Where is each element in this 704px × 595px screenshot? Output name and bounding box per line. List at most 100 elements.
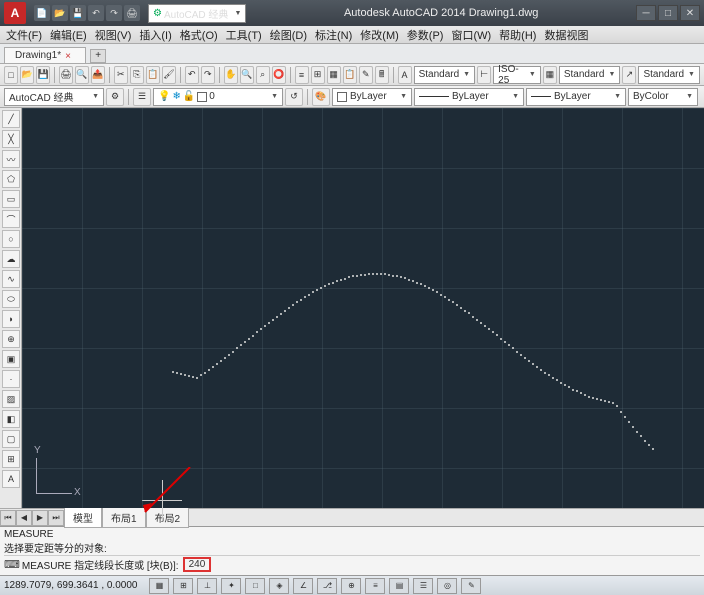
sb-snap-button[interactable]: ▦ [149, 578, 169, 594]
layout-tab-1[interactable]: 布局1 [102, 507, 146, 528]
tool-insert-icon[interactable]: ⊕ [2, 330, 20, 348]
sb-grid-button[interactable]: ⊞ [173, 578, 193, 594]
menu-tools[interactable]: 工具(T) [226, 27, 262, 43]
coordinates-display[interactable]: 1289.7079, 699.3641 , 0.0000 [4, 580, 137, 591]
tool-table-icon[interactable]: ▦ [543, 66, 557, 84]
tool-copy-icon[interactable]: ⎘ [130, 66, 144, 84]
tool-gradient-icon[interactable]: ◧ [2, 410, 20, 428]
tool-table-icon[interactable]: ⊞ [2, 450, 20, 468]
qat-print-icon[interactable]: 🖨 [124, 5, 140, 21]
tool-circle-icon[interactable]: ○ [2, 230, 20, 248]
tool-preview-icon[interactable]: 🔍 [75, 66, 89, 84]
tool-orbit-icon[interactable]: ⭕ [272, 66, 286, 84]
cmd-input-line[interactable]: ⌨ MEASURE 指定线段长度或 [块(B)]: 240 [4, 555, 700, 573]
sb-ducs-button[interactable]: ⎇ [317, 578, 337, 594]
tool-layermgr-icon[interactable]: ☰ [133, 88, 151, 106]
mleader-style-dropdown[interactable]: Standard▼ [638, 66, 700, 84]
minimize-button[interactable]: ─ [636, 5, 656, 21]
tool-calc-icon[interactable]: 🖩 [375, 66, 389, 84]
tab-last-button[interactable]: ⏭ [48, 510, 64, 526]
tool-line-icon[interactable]: ╱ [2, 110, 20, 128]
maximize-button[interactable]: □ [658, 5, 678, 21]
tool-markup-icon[interactable]: ✎ [359, 66, 373, 84]
tool-pline-icon[interactable]: 〰 [2, 150, 20, 168]
sb-osnap-button[interactable]: □ [245, 578, 265, 594]
sb-dyn-button[interactable]: ⊕ [341, 578, 361, 594]
app-logo[interactable]: A [4, 2, 26, 24]
menu-dataview[interactable]: 数据视图 [544, 27, 588, 43]
menu-format[interactable]: 格式(O) [180, 27, 218, 43]
tool-redo-icon[interactable]: ↷ [201, 66, 215, 84]
tool-revcloud-icon[interactable]: ☁ [2, 250, 20, 268]
tool-open-icon[interactable]: 📂 [20, 66, 34, 84]
tool-cut-icon[interactable]: ✂ [114, 66, 128, 84]
qat-new-icon[interactable]: 📄 [34, 5, 50, 21]
menu-help[interactable]: 帮助(H) [499, 27, 536, 43]
layout-tab-model[interactable]: 模型 [64, 507, 102, 528]
tool-block-icon[interactable]: ▣ [2, 350, 20, 368]
menu-draw[interactable]: 绘图(D) [270, 27, 307, 43]
dim-style-dropdown[interactable]: ISO-25▼ [493, 66, 541, 84]
tool-color-icon[interactable]: 🎨 [312, 88, 330, 106]
tab-next-button[interactable]: ▶ [32, 510, 48, 526]
tool-pan-icon[interactable]: ✋ [224, 66, 238, 84]
plotstyle-dropdown[interactable]: ByColor▼ [628, 88, 698, 106]
tool-plot-icon[interactable]: 🖨 [59, 66, 73, 84]
qat-save-icon[interactable]: 💾 [70, 5, 86, 21]
sb-tpy-button[interactable]: ▤ [389, 578, 409, 594]
tool-match-icon[interactable]: 🖌 [162, 66, 176, 84]
menu-file[interactable]: 文件(F) [6, 27, 42, 43]
menu-view[interactable]: 视图(V) [95, 27, 132, 43]
tool-xline-icon[interactable]: ╳ [2, 130, 20, 148]
tool-rectangle-icon[interactable]: ▭ [2, 190, 20, 208]
workspace-selector[interactable]: ⚙ AutoCAD 经典 ▼ [148, 4, 246, 23]
tool-new-icon[interactable]: □ [4, 66, 18, 84]
layout-tab-2[interactable]: 布局2 [146, 507, 190, 528]
drawing-canvas[interactable]: Y X [22, 108, 704, 508]
menu-edit[interactable]: 编辑(E) [50, 27, 87, 43]
lineweight-dropdown[interactable]: ByLayer▼ [526, 88, 626, 106]
tool-publish-icon[interactable]: 📤 [91, 66, 105, 84]
sb-ortho-button[interactable]: ⊥ [197, 578, 217, 594]
tool-spline-icon[interactable]: ∿ [2, 270, 20, 288]
linetype-dropdown[interactable]: ByLayer▼ [414, 88, 524, 106]
sb-otrack-button[interactable]: ∠ [293, 578, 313, 594]
qat-open-icon[interactable]: 📂 [52, 5, 68, 21]
tool-zoomwin-icon[interactable]: ⌕ [256, 66, 270, 84]
menu-insert[interactable]: 插入(I) [139, 27, 171, 43]
menu-modify[interactable]: 修改(M) [360, 27, 399, 43]
menu-window[interactable]: 窗口(W) [451, 27, 491, 43]
close-icon[interactable]: × [65, 51, 75, 61]
tool-zoom-icon[interactable]: 🔍 [240, 66, 254, 84]
sb-polar-button[interactable]: ✦ [221, 578, 241, 594]
sb-3dosnap-button[interactable]: ◈ [269, 578, 289, 594]
tool-paste-icon[interactable]: 📋 [146, 66, 160, 84]
command-window[interactable]: MEASURE 选择要定距等分的对象: ⌨ MEASURE 指定线段长度或 [块… [0, 526, 704, 575]
qat-redo-icon[interactable]: ↷ [106, 5, 122, 21]
tool-wssettings-icon[interactable]: ⚙ [106, 88, 124, 106]
file-tab-drawing1[interactable]: Drawing1* × [4, 47, 86, 63]
sb-lwt-button[interactable]: ≡ [365, 578, 385, 594]
tool-mtext-icon[interactable]: A [2, 470, 20, 488]
menu-dimension[interactable]: 标注(N) [315, 27, 352, 43]
workspace-dropdown[interactable]: AutoCAD 经典▼ [4, 88, 104, 106]
tool-sheet-icon[interactable]: 📋 [343, 66, 357, 84]
table-style-dropdown[interactable]: Standard▼ [559, 66, 621, 84]
tool-props-icon[interactable]: ≡ [295, 66, 309, 84]
sb-qp-button[interactable]: ☰ [413, 578, 433, 594]
tool-hatch-icon[interactable]: ▨ [2, 390, 20, 408]
tool-ellipse-icon[interactable]: ⬭ [2, 290, 20, 308]
new-tab-button[interactable]: + [90, 49, 106, 63]
tool-mleader-icon[interactable]: ↗ [622, 66, 636, 84]
tool-arc-icon[interactable]: ⌒ [2, 210, 20, 228]
tool-region-icon[interactable]: ▢ [2, 430, 20, 448]
tool-undo-icon[interactable]: ↶ [185, 66, 199, 84]
tool-dim-icon[interactable]: ⊢ [477, 66, 491, 84]
tool-polygon-icon[interactable]: ⬠ [2, 170, 20, 188]
layer-dropdown[interactable]: 💡 ❄ 🔓 0 ▼ [153, 88, 283, 106]
tool-layerprev-icon[interactable]: ↺ [285, 88, 303, 106]
text-style-dropdown[interactable]: Standard▼ [414, 66, 476, 84]
tool-text-icon[interactable]: A [398, 66, 412, 84]
tool-tpalette-icon[interactable]: ▦ [327, 66, 341, 84]
tool-point-icon[interactable]: · [2, 370, 20, 388]
